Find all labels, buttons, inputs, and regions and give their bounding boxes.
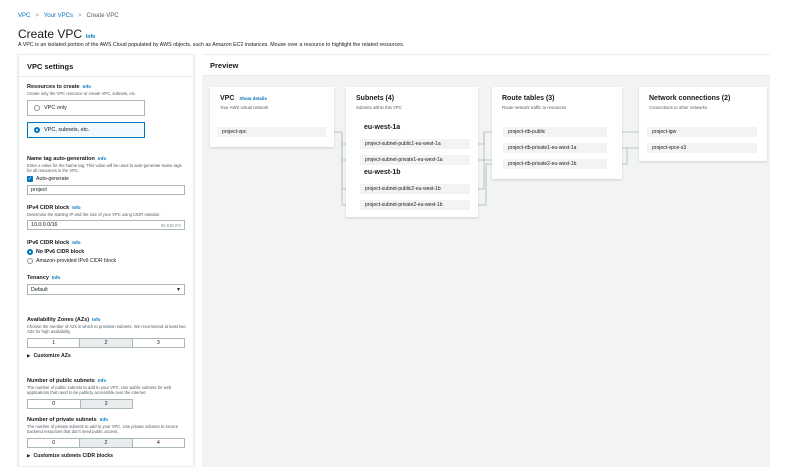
radio-selected-icon bbox=[34, 127, 40, 133]
resource-igw[interactable]: project-igw bbox=[647, 127, 757, 137]
ipv6-label: IPv6 CIDR block bbox=[27, 240, 70, 246]
name-tag-hint: Enter a value for the Name tag. This val… bbox=[27, 163, 182, 174]
azs-hint: Choose the number of AZs in which to pro… bbox=[27, 324, 186, 335]
preview-subnets-title: Subnets (4) bbox=[356, 95, 395, 102]
preview-vpc-card: VPC Show details Your AWS virtual networ… bbox=[210, 87, 334, 147]
resource-subnet-public1[interactable]: project-subnet-public1-eu-west-1a bbox=[360, 139, 470, 149]
ipv6-option-none[interactable]: No IPv6 CIDR block bbox=[27, 249, 187, 255]
show-details-link[interactable]: Show details bbox=[239, 96, 267, 101]
tenancy-label: Tenancy bbox=[27, 275, 49, 281]
preview-vpc-title: VPC bbox=[220, 95, 235, 102]
resources-label: Resources to create bbox=[27, 84, 80, 90]
caret-down-icon: ▼ bbox=[176, 286, 181, 293]
resource-vpce-s3[interactable]: project-vpce-s3 bbox=[647, 143, 757, 153]
public-subnets-section: Number of public subnets Info The number… bbox=[27, 378, 187, 409]
name-tag-info-link[interactable]: Info bbox=[98, 156, 106, 161]
private-subnets-option-4[interactable]: 4 bbox=[133, 439, 184, 447]
public-subnets-option-2[interactable]: 2 bbox=[80, 399, 132, 408]
azs-label: Availability Zones (AZs) bbox=[27, 317, 90, 323]
tenancy-section: Tenancy Info Default ▼ bbox=[27, 275, 187, 295]
breadcrumb-vpc[interactable]: VPC bbox=[18, 13, 30, 19]
page-title-text: Create VPC bbox=[18, 27, 83, 41]
resource-subnet-public2[interactable]: project-subnet-public2-eu-west-1b bbox=[360, 184, 470, 194]
azs-section: Availability Zones (AZs) Info Choose the… bbox=[27, 317, 187, 359]
ipv6-section: IPv6 CIDR block Info No IPv6 CIDR block … bbox=[27, 240, 187, 264]
resource-vpc[interactable]: project-vpc bbox=[217, 127, 326, 137]
private-subnets-section: Number of private subnets Info The numbe… bbox=[27, 417, 187, 459]
chevron-right-icon: > bbox=[35, 13, 39, 19]
ipv4-info-link[interactable]: Info bbox=[72, 205, 80, 210]
azs-option-3[interactable]: 3 bbox=[133, 339, 184, 347]
breadcrumb-current: Create VPC bbox=[86, 13, 119, 19]
resource-subnet-private2[interactable]: project-subnet-private2-eu-west-1b bbox=[360, 200, 470, 210]
preview-subnets-subtitle: Subnets within this VPC bbox=[356, 105, 402, 110]
resource-rtb-public[interactable]: project-rtb-public bbox=[503, 127, 607, 137]
public-subnets-info-link[interactable]: Info bbox=[98, 378, 106, 383]
public-subnets-segmented-control: 0 2 bbox=[27, 398, 133, 409]
breadcrumb: VPC > Your VPCs > Create VPC bbox=[18, 13, 119, 19]
resources-info-link[interactable]: Info bbox=[83, 84, 91, 89]
chevron-right-icon: > bbox=[78, 13, 82, 19]
azs-info-link[interactable]: Info bbox=[92, 317, 100, 322]
customize-cidr-expander[interactable]: ▶ Customize subnets CIDR blocks bbox=[27, 453, 187, 459]
ipv6-option-amazon[interactable]: Amazon-provided IPv6 CIDR block bbox=[27, 258, 187, 264]
radio-selected-icon bbox=[27, 249, 33, 255]
private-subnets-segmented-control: 0 2 4 bbox=[27, 437, 185, 448]
preview-vpc-subtitle: Your AWS virtual network bbox=[220, 105, 269, 110]
azs-option-2[interactable]: 2 bbox=[80, 338, 133, 347]
azs-segmented-control: 1 2 3 bbox=[27, 337, 185, 348]
page-description: A VPC is an isolated portion of the AWS … bbox=[18, 42, 405, 48]
page-info-link[interactable]: Info bbox=[86, 34, 95, 40]
ipv6-info-link[interactable]: Info bbox=[72, 240, 80, 245]
preview-subnets-card: Subnets (4) Subnets within this VPC bbox=[346, 87, 478, 217]
private-subnets-info-link[interactable]: Info bbox=[100, 417, 108, 422]
resources-hint: Create only the VPC resource or create V… bbox=[27, 91, 137, 96]
create-vpc-page: VPC > Your VPCs > Create VPC Create VPC … bbox=[0, 0, 800, 467]
name-tag-label: Name tag auto-generation bbox=[27, 156, 95, 162]
preview-route-tables-subtitle: Route network traffic to resources bbox=[502, 105, 567, 110]
preview-network-title: Network connections (2) bbox=[649, 95, 731, 102]
customize-azs-expander[interactable]: ▶ Customize AZs bbox=[27, 353, 187, 359]
caret-right-icon: ▶ bbox=[27, 352, 31, 358]
private-subnets-hint: The number of private subnets to add to … bbox=[27, 424, 179, 435]
name-tag-section: Name tag auto-generation Info Enter a va… bbox=[27, 156, 187, 195]
resource-rtb-private1[interactable]: project-rtb-private1-eu-west-1a bbox=[503, 143, 607, 153]
vpc-settings-panel: VPC settings Resources to create Info Cr… bbox=[18, 54, 194, 467]
private-subnets-label: Number of private subnets bbox=[27, 417, 97, 423]
auto-generate-checkbox[interactable]: ✓ Auto-generate bbox=[27, 175, 187, 182]
public-subnets-hint: The number of public subnets to add to y… bbox=[27, 385, 172, 396]
breadcrumb-your-vpcs[interactable]: Your VPCs bbox=[44, 13, 73, 19]
tenancy-select[interactable]: Default ▼ bbox=[27, 284, 185, 295]
name-tag-input[interactable]: project bbox=[27, 184, 185, 195]
preview-header: Preview bbox=[202, 54, 770, 76]
ipv4-cidr-input[interactable]: 10.0.0.0/16 65,536 IPs bbox=[27, 220, 185, 231]
ipv4-size-hint: 65,536 IPs bbox=[160, 222, 181, 228]
option-vpc-only[interactable]: VPC only bbox=[27, 100, 145, 116]
public-subnets-label: Number of public subnets bbox=[27, 378, 95, 384]
caret-right-icon: ▶ bbox=[27, 452, 31, 458]
az-heading-1b: eu-west-1b bbox=[364, 169, 401, 176]
radio-icon bbox=[34, 105, 40, 111]
resource-rtb-private2[interactable]: project-rtb-private2-eu-west-1b bbox=[503, 159, 607, 169]
az-heading-1a: eu-west-1a bbox=[364, 124, 401, 131]
resources-section: Resources to create Info Create only the… bbox=[27, 84, 187, 96]
preview-panel: Preview VPC Show details Your AWS virtua… bbox=[202, 54, 770, 467]
page-title: Create VPC Info bbox=[18, 27, 95, 41]
private-subnets-option-2[interactable]: 2 bbox=[80, 438, 133, 447]
public-subnets-option-0[interactable]: 0 bbox=[28, 399, 81, 408]
tenancy-info-link[interactable]: Info bbox=[52, 275, 60, 280]
ipv4-section: IPv4 CIDR block Info Determine the start… bbox=[27, 205, 187, 231]
option-vpc-subnets[interactable]: VPC, subnets, etc. bbox=[27, 122, 145, 138]
checkmark-icon: ✓ bbox=[27, 175, 33, 182]
ipv4-label: IPv4 CIDR block bbox=[27, 205, 70, 211]
private-subnets-option-0[interactable]: 0 bbox=[28, 438, 81, 447]
preview-network-subtitle: Connections to other networks bbox=[649, 105, 708, 110]
azs-option-1[interactable]: 1 bbox=[28, 338, 81, 347]
preview-route-tables-title: Route tables (3) bbox=[502, 95, 555, 102]
vpc-settings-header: VPC settings bbox=[19, 55, 193, 77]
ipv4-hint: Determine the starting IP and the size o… bbox=[27, 212, 161, 217]
radio-icon bbox=[27, 258, 33, 264]
resource-subnet-private1[interactable]: project-subnet-private1-eu-west-1a bbox=[360, 155, 470, 165]
